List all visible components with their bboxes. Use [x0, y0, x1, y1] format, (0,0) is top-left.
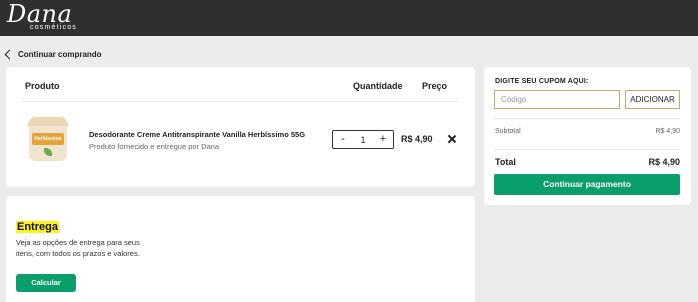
coupon-input[interactable]: Código	[494, 90, 620, 109]
column-header-price: Preço	[422, 81, 448, 91]
summary-divider	[494, 149, 680, 150]
delivery-title: Entrega	[16, 221, 59, 233]
coupon-label: DIGITE SEU CUPOM AQUI:	[495, 78, 589, 85]
remove-item-close-icon[interactable]	[448, 135, 456, 143]
header-divider	[21, 101, 459, 102]
summary-divider	[494, 118, 680, 119]
subtotal-value: R$ 4,90	[655, 128, 680, 135]
total-value: R$ 4,90	[648, 157, 680, 167]
product-seller: Produto fornecido e entregue por Dana	[89, 142, 220, 151]
jar-body-shape: Herbíssimo	[29, 126, 67, 161]
product-name[interactable]: Desodorante Creme Antitranspirante Vanil…	[89, 130, 305, 139]
column-header-product: Produto	[25, 81, 60, 91]
add-coupon-button[interactable]: ADICIONAR	[625, 90, 680, 109]
brand-logo[interactable]: Dana cosméticos	[7, 1, 76, 31]
delivery-card: Entrega Veja as opções de entrega para s…	[6, 196, 475, 302]
column-header-quantity: Quantidade	[353, 81, 403, 91]
continue-shopping-label: Continuar comprando	[18, 49, 102, 59]
quantity-stepper: - 1 +	[332, 130, 394, 149]
top-bar: Dana cosméticos	[0, 0, 698, 36]
quantity-value[interactable]: 1	[360, 135, 365, 145]
jar-label-text: Herbíssimo	[32, 133, 64, 145]
item-price: R$ 4,90	[401, 134, 433, 144]
delivery-description: Veja as opções de entrega para seus iten…	[16, 238, 140, 258]
product-image[interactable]: Herbíssimo	[26, 117, 70, 163]
increase-quantity-button[interactable]: +	[378, 131, 388, 148]
decrease-quantity-button[interactable]: -	[338, 131, 348, 148]
logo-tagline: cosméticos	[30, 24, 78, 31]
order-summary-card: DIGITE SEU CUPOM AQUI: Código ADICIONAR …	[484, 67, 691, 205]
calculate-shipping-button[interactable]: Calcular	[16, 274, 76, 292]
subtotal-label: Subtotal	[495, 128, 521, 135]
cart-card: Produto Quantidade Preço Herbíssimo Deso…	[6, 67, 475, 187]
total-label: Total	[495, 157, 516, 167]
continue-shopping-link[interactable]: Continuar comprando	[4, 48, 102, 60]
leaf-icon	[44, 148, 52, 156]
chevron-left-icon	[4, 49, 15, 59]
continue-payment-button[interactable]: Continuar pagamento	[494, 174, 680, 195]
